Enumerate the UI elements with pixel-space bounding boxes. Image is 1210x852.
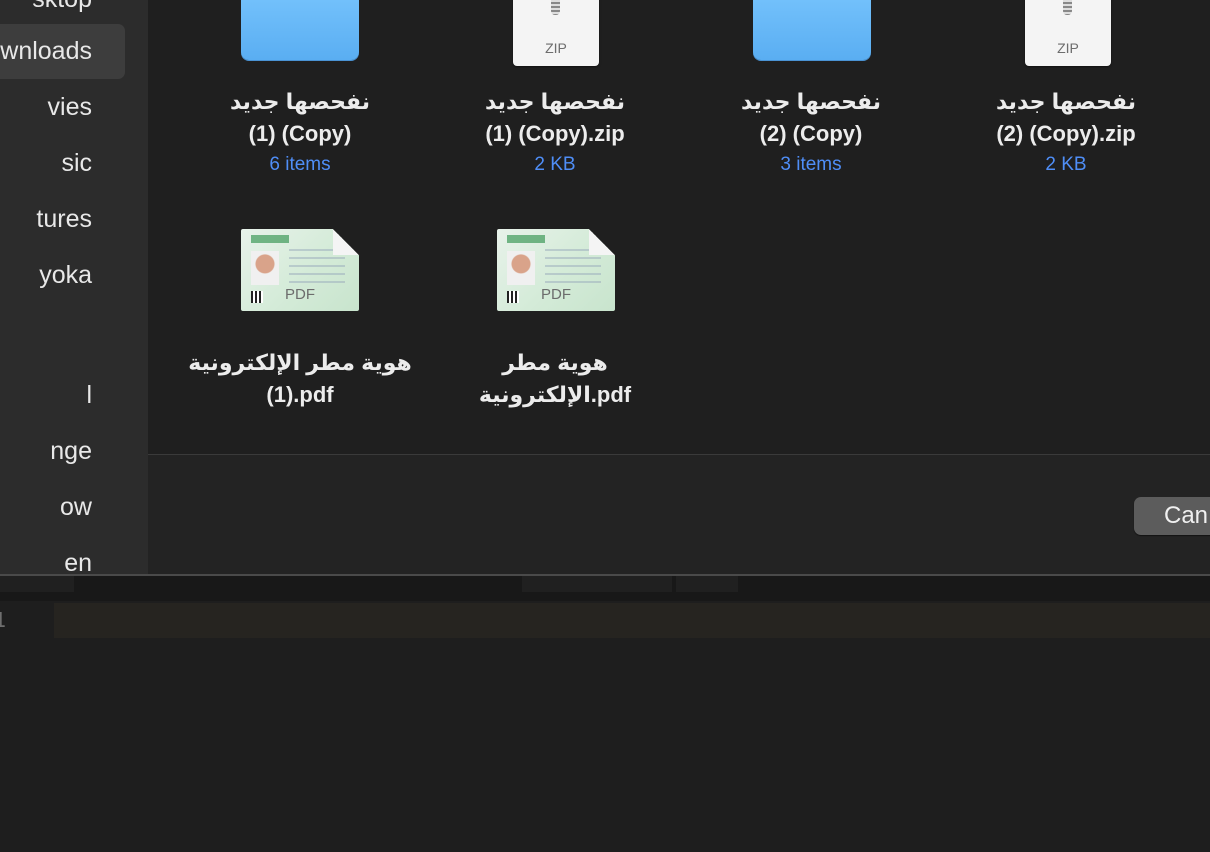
tab-marker xyxy=(0,576,74,592)
cancel-button[interactable]: Can xyxy=(1134,497,1210,535)
sidebar-item-desktop[interactable]: sktop xyxy=(0,0,125,27)
sidebar-item-user[interactable]: yoka xyxy=(0,248,125,303)
tab-marker xyxy=(522,576,672,592)
file-meta: 2 KB xyxy=(1045,154,1087,175)
file-item-folder-2[interactable]: نفحصها جديد (2) (Copy) 3 items xyxy=(691,0,931,180)
sidebar-item-downloads[interactable]: wnloads xyxy=(0,24,125,79)
file-item-zip-1[interactable]: ZIP نفحصها جديد (1) (Copy).zip 2 KB xyxy=(435,0,675,180)
code-editor[interactable]: 1 xyxy=(0,601,1210,852)
file-meta: 2 KB xyxy=(534,154,576,175)
zipper-icon xyxy=(551,0,560,15)
sidebar-item-tag-green[interactable]: en xyxy=(0,536,125,575)
file-name: هوية مطر الإلكترونية (1).pdf xyxy=(188,350,412,407)
file-meta: 3 items xyxy=(780,154,842,175)
sidebar-item-tag-orange[interactable]: nge xyxy=(0,424,125,479)
file-dialog: sktop wnloads vies sic tures yoka l nge … xyxy=(0,0,1210,575)
file-item-folder-1[interactable]: نفحصها جديد (1) (Copy) 6 items xyxy=(180,0,420,180)
sidebar: sktop wnloads vies sic tures yoka l nge … xyxy=(0,0,148,575)
file-name: نفحصها جديد (2) (Copy).zip xyxy=(995,89,1137,146)
sidebar-item-tag-yellow[interactable]: ow xyxy=(0,480,125,535)
file-name: هوية مطر الإلكترونية.pdf xyxy=(478,350,632,407)
zip-icon: ZIP xyxy=(1025,0,1111,66)
zip-icon: ZIP xyxy=(513,0,599,66)
sidebar-item-tag[interactable]: l xyxy=(0,368,125,423)
editor-tab-bar xyxy=(0,576,1210,601)
file-grid: نفحصها جديد (1) (Copy) 6 items ZIP نفحصه… xyxy=(148,0,1210,455)
sidebar-item-pictures[interactable]: tures xyxy=(0,192,125,247)
zipper-icon xyxy=(1063,0,1072,15)
file-name: نفحصها جديد (1) (Copy).zip xyxy=(484,89,626,146)
tab-marker xyxy=(676,576,738,592)
file-item-pdf-2[interactable]: PDF هوية مطر الإلكترونية.pdf xyxy=(435,229,675,419)
sidebar-item-music[interactable]: sic xyxy=(0,136,125,191)
file-name: نفحصها جديد (2) (Copy) xyxy=(740,89,882,146)
file-name: نفحصها جديد (1) (Copy) xyxy=(229,89,371,146)
folder-icon xyxy=(241,0,359,60)
file-item-zip-2[interactable]: ZIP نفحصها جديد (2) (Copy).zip 2 KB xyxy=(946,0,1186,180)
file-meta: 6 items xyxy=(269,154,331,175)
folder-icon xyxy=(753,0,871,60)
pdf-icon: PDF xyxy=(241,229,359,311)
line-number: 1 xyxy=(0,608,7,632)
current-line-highlight[interactable] xyxy=(54,603,1210,638)
file-item-pdf-1[interactable]: PDF هوية مطر الإلكترونية (1).pdf xyxy=(180,229,420,419)
pdf-icon: PDF xyxy=(497,229,615,311)
sidebar-item-movies[interactable]: vies xyxy=(0,80,125,135)
divider xyxy=(148,454,1210,455)
